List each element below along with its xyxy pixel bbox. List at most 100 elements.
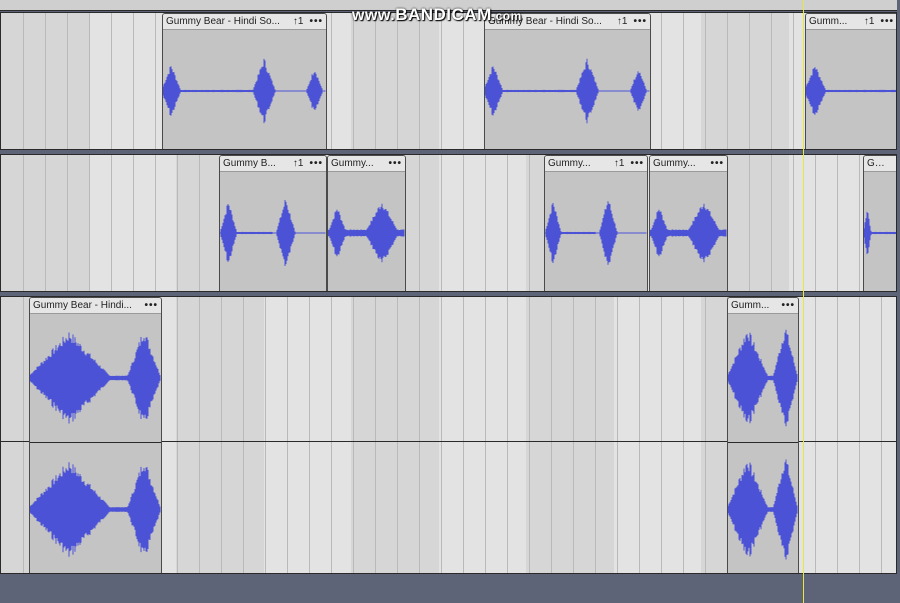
grid-line [287, 297, 288, 573]
grid-line [507, 297, 508, 573]
grid-line [705, 297, 706, 573]
clip-menu-icon[interactable]: ••• [781, 300, 795, 311]
beat-shading [176, 297, 264, 573]
audio-clip[interactable]: Gu... [863, 155, 896, 291]
grid-line [595, 297, 596, 573]
waveform-path [30, 462, 161, 557]
grid-line [771, 155, 772, 291]
track-3-stereo[interactable]: Gummy Bear - Hindi... ••• Gumm... ••• [0, 296, 897, 574]
clip-name: Gumm... [809, 16, 848, 27]
grid-line [485, 297, 486, 573]
grid-line [177, 297, 178, 573]
waveform [806, 67, 896, 115]
grid-line [45, 13, 46, 149]
grid-line [397, 13, 398, 149]
grid-line [441, 297, 442, 573]
grid-line [859, 155, 860, 291]
grid-line [793, 13, 794, 149]
audio-clip[interactable]: Gummy Bear - Hindi So... ↑1 ••• [162, 13, 327, 149]
clip-header[interactable]: Gummy... ↑1 ••• [545, 156, 647, 172]
waveform-path [163, 58, 326, 124]
waveform [650, 203, 727, 263]
audio-clip[interactable]: Gumm... ••• [727, 297, 799, 573]
audio-clip[interactable]: Gummy Bear - Hindi So... ↑1 ••• [484, 13, 651, 149]
grid-line [375, 13, 376, 149]
grid-line [23, 13, 24, 149]
grid-line [859, 297, 860, 573]
clip-header[interactable]: Gumm... ↑1 ••• [806, 14, 896, 30]
grid-line [67, 155, 68, 291]
grid-line [705, 13, 706, 149]
beat-shading [264, 297, 351, 573]
audio-clip[interactable]: Gummy Bear - Hindi... ••• [29, 297, 162, 573]
grid-line [45, 155, 46, 291]
audio-clip[interactable]: Gummy... ••• [327, 155, 406, 291]
grid-line [441, 13, 442, 149]
waveform [864, 211, 896, 255]
clip-menu-icon[interactable]: ••• [309, 16, 323, 27]
clip-menu-icon[interactable]: ••• [309, 158, 323, 169]
audio-clip[interactable]: Gummy... ••• [649, 155, 728, 291]
grid-line [441, 155, 442, 291]
grid-line [749, 13, 750, 149]
grid-line [419, 155, 420, 291]
grid-line [309, 297, 310, 573]
waveform [328, 203, 405, 263]
grid-line [837, 297, 838, 573]
clip-header[interactable]: Gummy Bear - Hindi... ••• [30, 298, 161, 314]
pitch-shift-indicator: ↑1 [292, 16, 304, 27]
clip-header[interactable]: Gummy Bear - Hindi So... ↑1 ••• [163, 14, 326, 30]
beat-shading [439, 297, 526, 573]
playhead-cursor[interactable] [803, 0, 804, 603]
grid-line [749, 155, 750, 291]
clip-menu-icon[interactable]: ••• [388, 158, 402, 169]
clip-header[interactable]: Gumm... ••• [728, 298, 798, 314]
grid-line [507, 155, 508, 291]
clip-name: Gummy Bear - Hindi So... [166, 16, 280, 27]
clip-menu-icon[interactable]: ••• [144, 300, 158, 311]
audio-clip[interactable]: Gummy... ↑1 ••• [544, 155, 648, 291]
grid-line [67, 13, 68, 149]
grid-line [111, 155, 112, 291]
track-1[interactable]: Gummy Bear - Hindi So... ↑1 ••• Gummy Be… [0, 12, 897, 150]
clip-header[interactable]: Gummy B... ↑1 ••• [220, 156, 326, 172]
grid-line [155, 155, 156, 291]
clip-menu-icon[interactable]: ••• [710, 158, 724, 169]
timeline-canvas[interactable]: Gummy Bear - Hindi So... ↑1 ••• Gummy Be… [0, 0, 900, 603]
waveform [163, 58, 326, 124]
watermark-brand: BANDICAM [395, 5, 492, 24]
grid-line [353, 297, 354, 573]
audio-clip[interactable]: Gumm... ↑1 ••• [805, 13, 896, 149]
beat-shading [526, 297, 614, 573]
waveform-path [864, 211, 896, 255]
clip-header[interactable]: Gummy... ••• [650, 156, 727, 172]
audio-clip[interactable]: Gummy B... ↑1 ••• [219, 155, 327, 291]
track-2[interactable]: Gummy B... ↑1 ••• Gummy... ••• Gummy... … [0, 154, 897, 292]
beat-shading [701, 13, 789, 149]
clip-name: Gummy B... [223, 158, 276, 169]
grid-line [463, 297, 464, 573]
clip-header[interactable]: Gummy... ••• [328, 156, 405, 172]
grid-line [353, 13, 354, 149]
grid-line [551, 297, 552, 573]
waveform-path [485, 58, 650, 124]
clip-name: Gummy... [653, 158, 696, 169]
grid-line [639, 297, 640, 573]
clip-header[interactable]: Gu... [864, 156, 896, 172]
grid-line [815, 155, 816, 291]
watermark-prefix: www. [352, 7, 396, 24]
grid-line [463, 13, 464, 149]
waveform-left-channel [728, 329, 798, 427]
grid-line [199, 297, 200, 573]
grid-line [793, 155, 794, 291]
grid-line [771, 13, 772, 149]
grid-line [89, 13, 90, 149]
waveform-path [328, 203, 405, 263]
grid-line [177, 155, 178, 291]
clip-menu-icon[interactable]: ••• [633, 16, 647, 27]
waveform-path [728, 459, 798, 560]
pitch-shift-indicator: ↑1 [292, 158, 304, 169]
clip-menu-icon[interactable]: ••• [630, 158, 644, 169]
clip-menu-icon[interactable]: ••• [880, 16, 894, 27]
grid-line [837, 155, 838, 291]
